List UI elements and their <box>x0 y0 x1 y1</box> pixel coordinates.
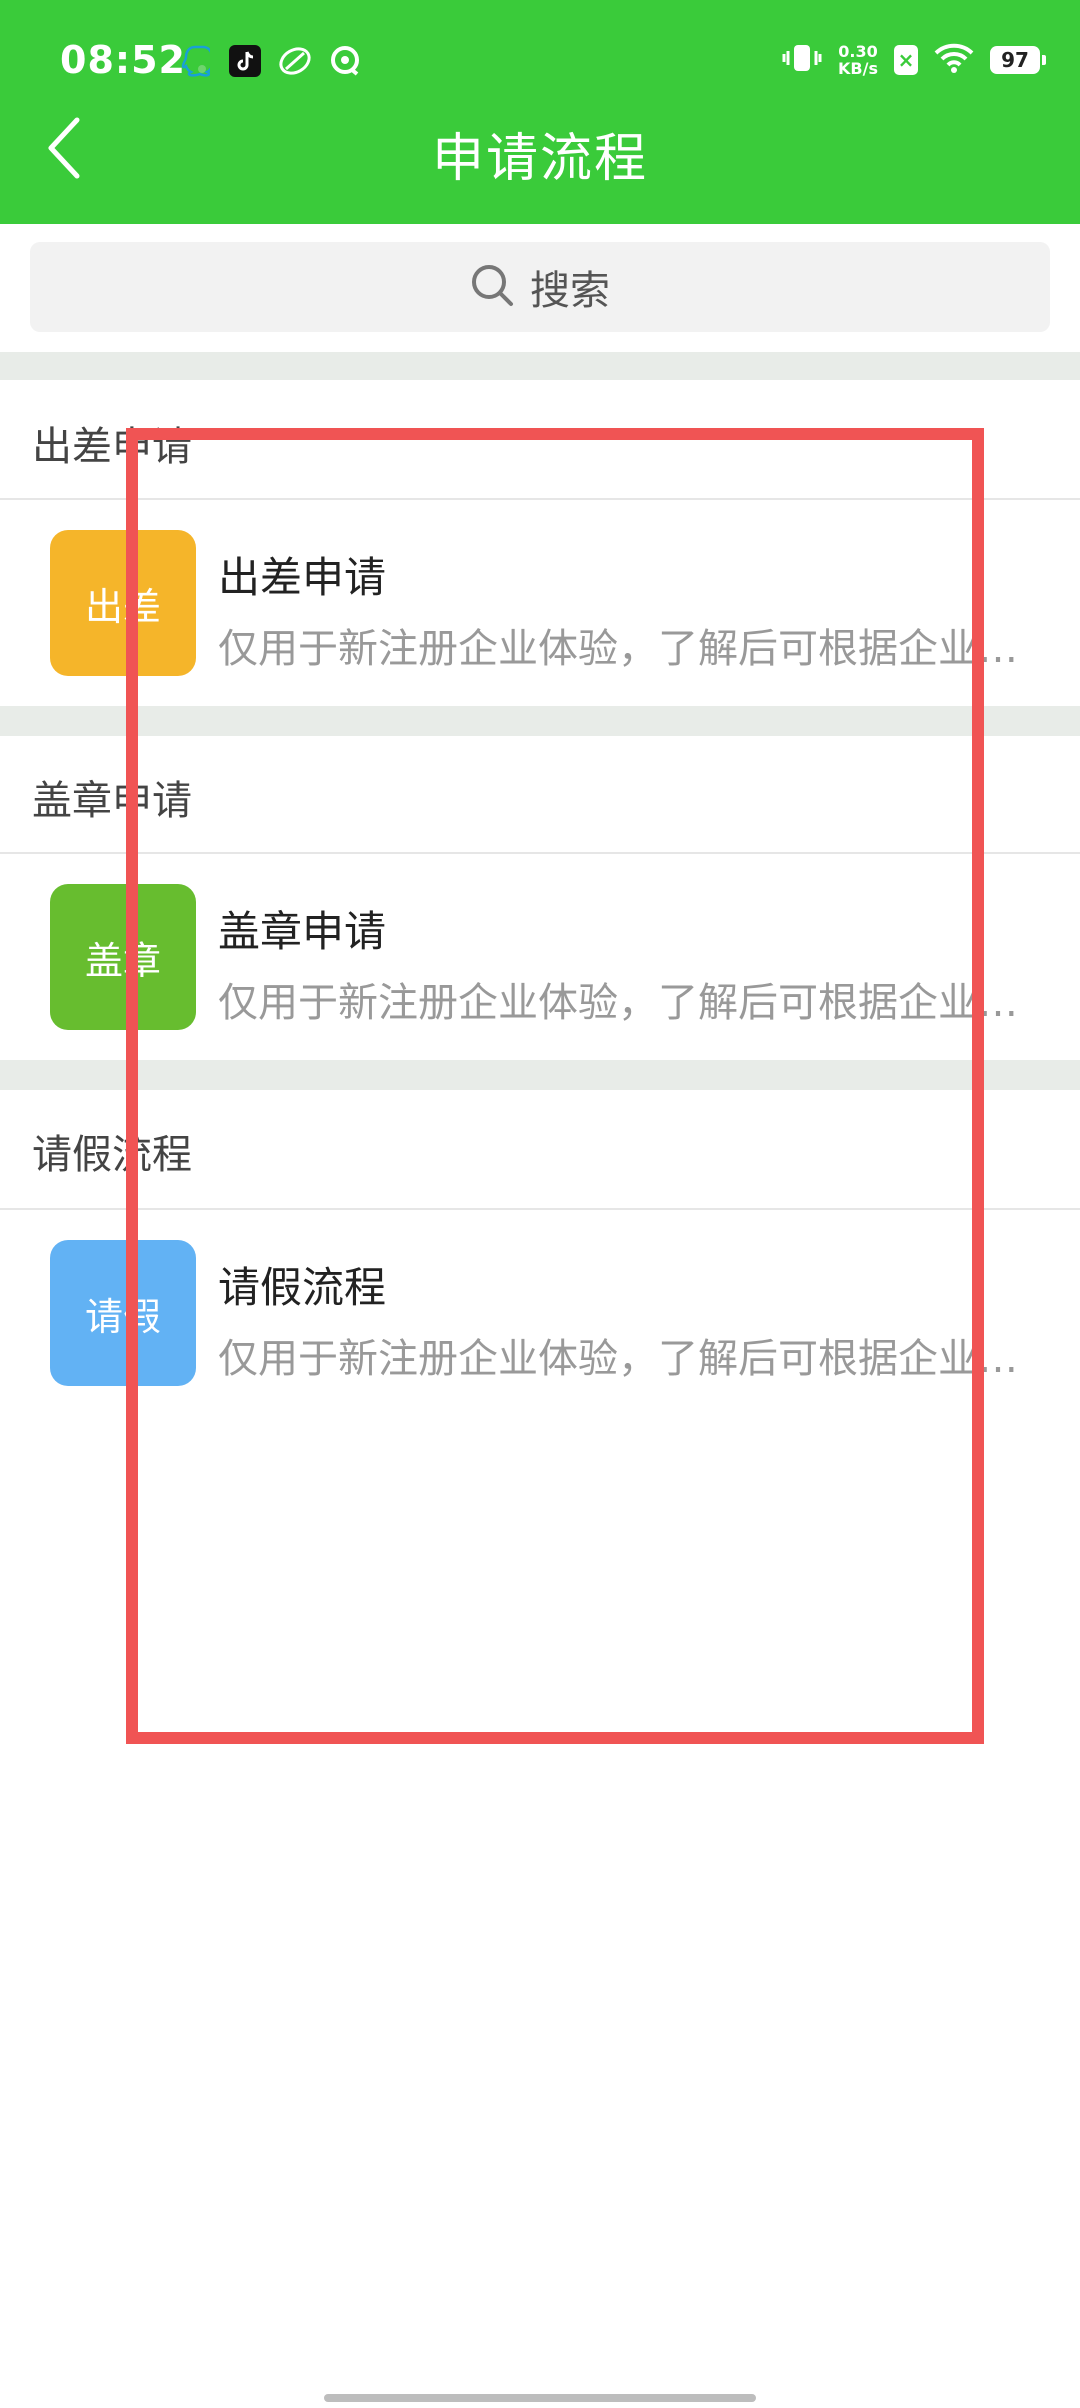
search-bar[interactable]: 搜索 <box>30 242 1050 332</box>
sim-status: × <box>894 45 918 75</box>
qq-icon <box>178 44 212 78</box>
highlight-box <box>126 428 984 1744</box>
search-placeholder: 搜索 <box>530 268 610 314</box>
tiktok-icon <box>228 44 262 78</box>
leaf-icon <box>278 44 312 78</box>
page-title: 申请流程 <box>431 129 648 189</box>
search-icon <box>470 263 514 311</box>
status-time: 08:52 <box>60 38 186 82</box>
status-indicators: 0.30 KB/s × 97 <box>782 42 1046 78</box>
network-speed-value: 0.30 <box>838 42 878 61</box>
chat-icon <box>328 44 362 78</box>
network-speed: 0.30 KB/s <box>838 43 878 77</box>
status-bar: 08:52 0.30 KB/s × 97 <box>0 0 1080 120</box>
section-gap <box>0 352 1080 380</box>
home-indicator[interactable] <box>324 2394 756 2402</box>
vibrate-icon <box>782 42 822 78</box>
notification-icons <box>178 44 362 78</box>
wifi-icon <box>934 43 974 77</box>
battery-indicator: 97 <box>990 46 1046 74</box>
app-header: 08:52 0.30 KB/s × 97 申请流程 <box>0 0 1080 224</box>
network-speed-unit: KB/s <box>838 59 878 78</box>
